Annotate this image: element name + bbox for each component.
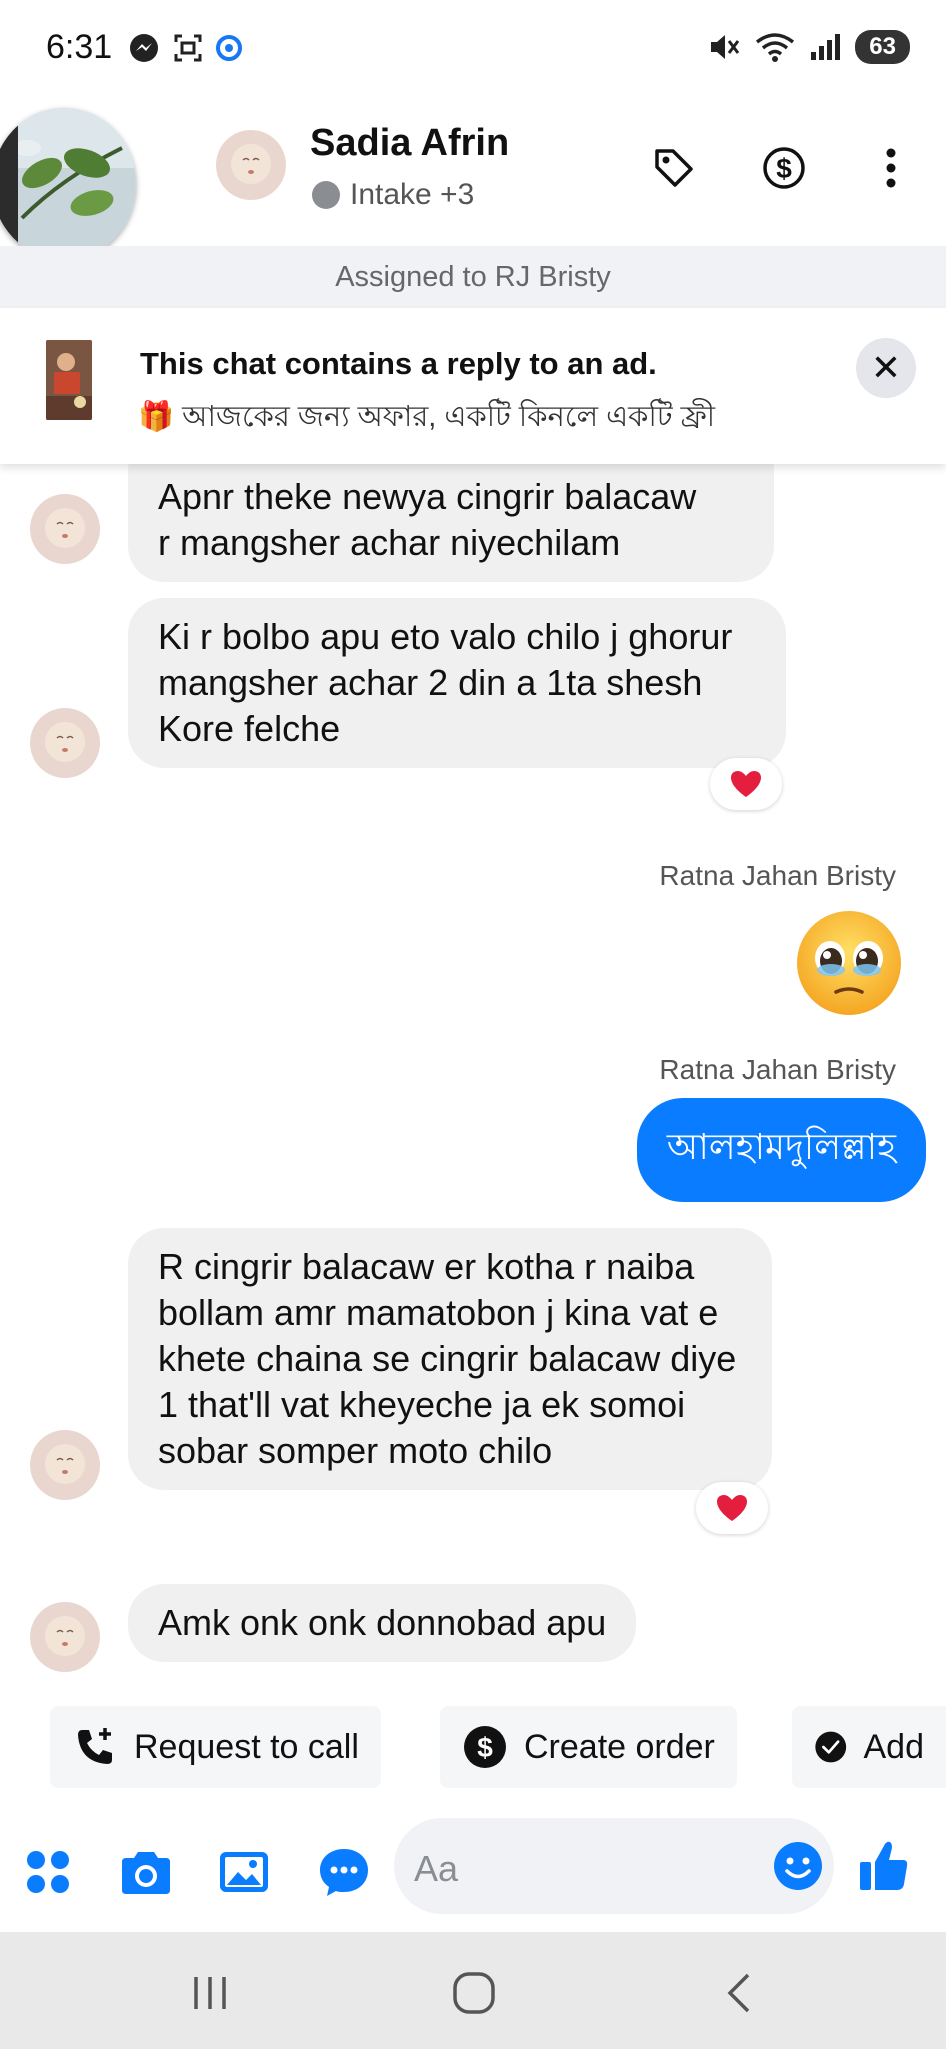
menu-grid-button[interactable] (20, 1844, 76, 1900)
close-icon: ✕ (870, 347, 902, 388)
payment-button[interactable]: $ (756, 140, 812, 196)
app-notification-icon (216, 35, 242, 61)
thumbs-up-icon (860, 1841, 908, 1890)
contact-name[interactable]: Sadia Afrin (310, 122, 509, 165)
request-to-call-button[interactable]: Request to call (50, 1706, 381, 1788)
gallery-button[interactable] (216, 1844, 272, 1900)
wifi-icon (756, 33, 795, 62)
contact-avatar-small[interactable] (30, 494, 100, 564)
message-input-placeholder: Aa (414, 1848, 459, 1889)
page-avatar[interactable] (0, 108, 136, 260)
more-vertical-icon (886, 148, 896, 188)
contact-labels[interactable]: Intake +3 (312, 178, 474, 212)
messenger-notification-icon (130, 34, 158, 62)
home-button[interactable] (444, 1968, 504, 2018)
status-time: 6:31 (46, 28, 113, 66)
ad-reply-banner[interactable]: This chat contains a reply to an ad. 🎁 আ… (0, 308, 946, 464)
message-bubble-outgoing[interactable]: আলহামদুলিল্লাহ (636, 1098, 926, 1202)
message-list[interactable]: Apnr theke newya cingrir balacaw r mangs… (0, 464, 946, 1686)
sender-name: Ratna Jahan Bristy (659, 860, 896, 891)
status-bar: 6:31 63 (0, 0, 946, 100)
recent-apps-button[interactable] (180, 1968, 240, 2018)
assigned-bar: Assigned to RJ Bristy (0, 246, 946, 308)
recent-apps-icon (194, 1977, 226, 2009)
close-banner-button[interactable]: ✕ (856, 338, 916, 398)
message-bubble-incoming[interactable]: Amk onk onk donnobad apu (128, 1584, 637, 1662)
message-composer: Aa (0, 1814, 946, 1924)
heart-reaction[interactable] (696, 1482, 768, 1534)
camera-button[interactable] (118, 1844, 174, 1900)
ad-banner-title: This chat contains a reply to an ad. (140, 346, 657, 381)
contact-avatar[interactable] (216, 130, 286, 200)
message-bubble-incoming[interactable]: R cingrir balacaw er kotha r naiba bolla… (128, 1228, 772, 1490)
add-button[interactable]: Add (792, 1706, 946, 1788)
message-text: r mangsher achar niyechilam (158, 522, 621, 563)
status-dot-icon (312, 181, 340, 209)
check-circle-icon (815, 1731, 847, 1763)
heart-icon (731, 771, 761, 797)
mute-icon (711, 35, 740, 59)
message-text: Ki r bolbo apu eto valo chilo j ghorur m… (158, 616, 733, 749)
back-button[interactable] (710, 1968, 770, 2018)
contact-avatar-small[interactable] (30, 1602, 100, 1672)
emoji-button[interactable] (772, 1840, 824, 1897)
message-text: আলহামদুলিল্লাহ (666, 1126, 896, 1167)
quick-actions-bar: Request to call $ Create order Add (0, 1706, 946, 1788)
signal-icon (811, 34, 841, 60)
sender-name: Ratna Jahan Bristy (659, 1054, 896, 1085)
tag-icon (655, 149, 693, 187)
contact-avatar-small[interactable] (30, 708, 100, 778)
status-system-icons: 63 (707, 30, 910, 64)
conversation-header: Sadia Afrin Intake +3 $ (0, 100, 946, 260)
create-order-button[interactable]: $ Create order (440, 1706, 737, 1788)
message-text: R cingrir balacaw er kotha r naiba bolla… (158, 1246, 737, 1471)
more-chat-options-button[interactable] (316, 1844, 372, 1900)
svg-text:$: $ (776, 153, 792, 184)
contact-subtitle: Intake +3 (350, 178, 475, 211)
phone-plus-icon (78, 1728, 112, 1764)
home-icon (453, 1972, 495, 2014)
back-chevron-icon (727, 1973, 750, 2013)
message-text: Amk onk onk donnobad apu (158, 1602, 607, 1643)
smiley-icon (774, 1842, 822, 1890)
ad-banner-offer: 🎁 আজকের জন্য অফার, একটি কিনলে একটি ফ্রী (138, 401, 716, 433)
more-options-button[interactable] (863, 140, 919, 196)
system-navigation-bar (0, 1932, 946, 2049)
heart-reaction[interactable] (710, 758, 782, 810)
chat-bubble-dots-icon (320, 1849, 368, 1896)
svg-text:$: $ (477, 1732, 493, 1763)
camera-icon (122, 1852, 170, 1894)
status-notification-icons (128, 32, 242, 64)
image-icon (220, 1852, 268, 1892)
screenshot-icon (174, 34, 202, 62)
message-bubble-incoming[interactable]: Ki r bolbo apu eto valo chilo j ghorur m… (128, 598, 786, 768)
message-text: Apnr theke newya cingrir balacaw (158, 476, 697, 517)
dollar-icon: $ (763, 147, 805, 189)
message-input[interactable]: Aa (394, 1818, 834, 1914)
contact-avatar-small[interactable] (30, 1430, 100, 1500)
battery-indicator: 63 (855, 30, 910, 64)
add-label: Add (863, 1727, 925, 1766)
pleading-face-icon[interactable] (794, 908, 904, 1018)
ad-thumbnail[interactable] (46, 340, 92, 420)
label-tag-button[interactable] (646, 140, 702, 196)
heart-icon (717, 1495, 747, 1521)
like-button[interactable] (856, 1838, 912, 1894)
dollar-circle-icon: $ (464, 1726, 506, 1768)
create-order-label: Create order (524, 1727, 715, 1766)
four-dots-icon (27, 1851, 69, 1893)
request-to-call-label: Request to call (134, 1727, 359, 1766)
message-bubble-incoming[interactable]: Apnr theke newya cingrir balacaw r mangs… (128, 464, 774, 582)
